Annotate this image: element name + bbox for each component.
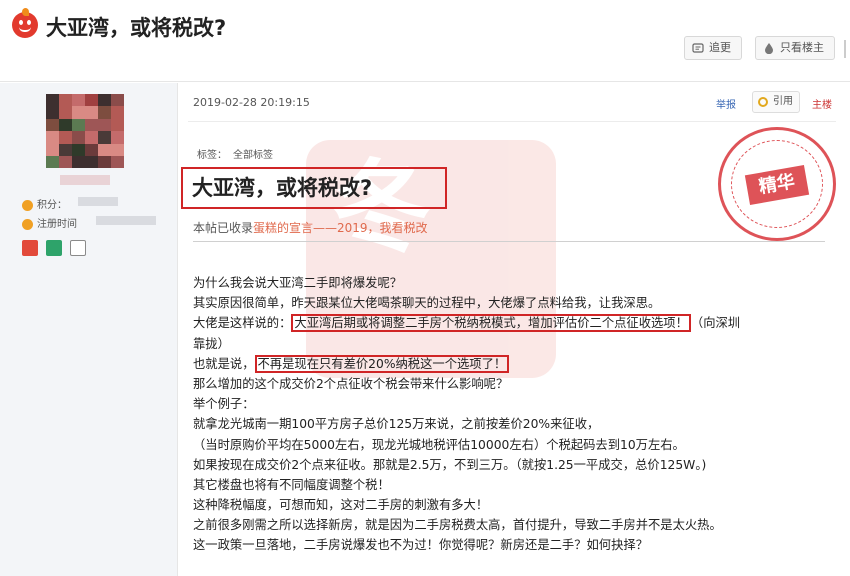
post-body: 为什么我会说大亚湾二手即将爆发呢？ 其实原因很简单，昨天跟某位大佬喝茶聊天的过程… — [193, 273, 833, 556]
essence-stamp: 精华 — [718, 127, 836, 241]
register-label: 注册时间 — [37, 219, 77, 230]
body-line: 就拿龙光城南一期100平方房子总价125万来说，之前按差价20%来征收， — [193, 417, 600, 432]
body-line: 大佬是这样说的： 大亚湾后期或将调整二手房个税纳税模式，增加评估价二个点征收选项！… — [193, 314, 741, 333]
site-logo-icon[interactable] — [12, 8, 38, 38]
meta-divider — [188, 121, 836, 122]
medal-phone-icon[interactable] — [46, 240, 63, 256]
follow-button[interactable]: 追更 — [684, 36, 742, 60]
title-rule — [193, 241, 825, 242]
body-line: 为什么我会说大亚湾二手即将爆发呢？ — [193, 276, 403, 290]
topic-header: 大亚湾，或将税改? 追更 只看楼主 — [0, 0, 850, 82]
body-line: 其它楼盘也将有不同幅度调整个税！ — [193, 477, 390, 492]
only-author-label: 只看楼主 — [780, 41, 824, 54]
points-label: 积分： — [37, 200, 67, 211]
quote-label: 引用 — [773, 96, 793, 107]
register-stat: 注册时间 — [22, 215, 77, 230]
user-info-sidebar: 积分： 注册时间 — [0, 83, 178, 576]
more-menu-icon[interactable] — [844, 40, 850, 58]
medal-user-icon[interactable] — [22, 240, 38, 256]
drop-icon — [765, 43, 773, 54]
medal-house-icon[interactable] — [70, 240, 87, 256]
quote-icon — [758, 97, 768, 107]
body-line: 举个例子： — [193, 397, 255, 412]
points-stat: 积分： — [22, 196, 67, 211]
points-value-blurred — [78, 197, 118, 206]
topic-title: 大亚湾，或将税改? — [46, 16, 227, 40]
body-line: 如果按现在成交价2个点来征收。那就是2.5万，不到三万。（就按1.25一平成交，… — [193, 457, 707, 472]
clock-icon — [22, 218, 33, 230]
body-line: 那么增加的这个成交价2个点征收个税会带来什么影响呢？ — [193, 376, 509, 391]
post-date: 2019-02-28 20:19:15 — [193, 96, 310, 109]
post-title: 大亚湾，或将税改? — [181, 167, 447, 209]
tags-all-link[interactable]: 全部标签 — [233, 150, 273, 161]
quote-button[interactable]: 引用 — [752, 91, 800, 113]
body-line: 其实原因很简单，昨天跟某位大佬喝茶聊天的过程中，大佬爆了点料给我，让我深思。 — [193, 296, 661, 311]
body-line: 靠拢） — [193, 336, 230, 351]
coin-icon — [22, 199, 33, 211]
collection-link[interactable]: 蛋糕的宣言——2019，我看税改 — [253, 221, 428, 235]
collection-prefix: 本帖已收录 — [193, 221, 254, 235]
tags-label: 标签： — [197, 150, 227, 161]
badge-list — [22, 240, 89, 259]
follow-label: 追更 — [709, 41, 731, 54]
highlight-box: 不再是现在只有差价20%纳税这一个选项了！ — [254, 354, 510, 373]
body-line: 也就是说， 不再是现在只有差价20%纳税这一个选项了！ — [193, 354, 833, 374]
avatar[interactable] — [46, 94, 124, 168]
floor-label: 主楼 — [812, 100, 832, 111]
body-line: 这种降税幅度，可想而知，这对二手房的刺激有多大！ — [193, 498, 489, 513]
follow-icon — [692, 43, 704, 53]
body-line: （当时原购价平均在5000左右，现龙光城地税评估10000左右）个税起码去到10… — [193, 437, 685, 452]
collection-note: 本帖已收录蛋糕的宣言——2019，我看税改 — [193, 219, 428, 236]
username-blurred — [60, 175, 110, 185]
only-author-button[interactable]: 只看楼主 — [755, 36, 835, 60]
register-value-blurred — [96, 216, 156, 225]
report-link[interactable]: 举报 — [716, 96, 736, 111]
body-line: 之前很多刚需之所以选择新房，就是因为二手房税费太高，首付提升，导致二手房并不是太… — [193, 518, 722, 533]
post-tags: 标签： 全部标签 — [197, 146, 273, 161]
body-line: 这一政策一旦落地，二手房说爆发也不为过！你觉得呢？新房还是二手？如何抉择？ — [193, 538, 648, 553]
highlight-box: 大亚湾后期或将调整二手房个税纳税模式，增加评估价二个点征收选项！ — [291, 314, 691, 333]
